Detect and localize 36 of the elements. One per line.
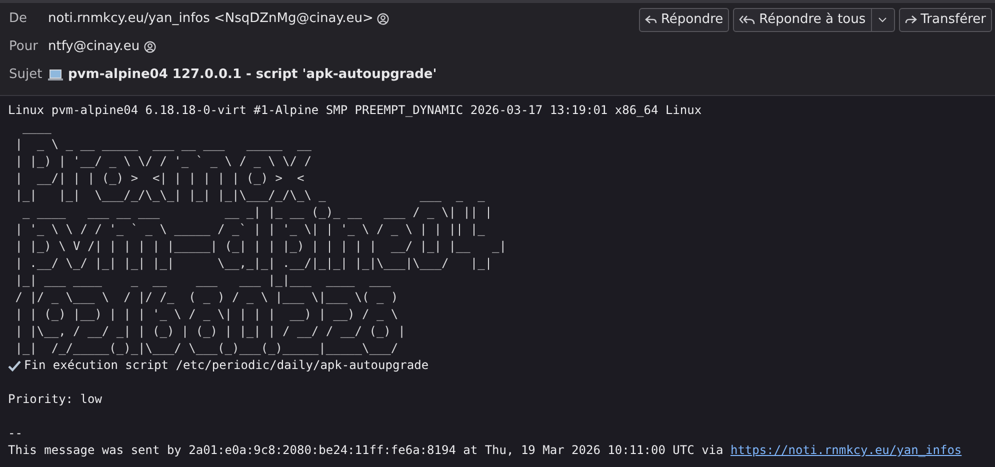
priority-text: Priority: low xyxy=(8,391,102,408)
laptop-icon xyxy=(48,69,63,81)
field-value: ntfy@cinay.eu xyxy=(48,38,140,56)
ascii-art-line: _ ____ ___ __ ___ __ _| |_ __ (_)_ __ ___ / _ \| || | xyxy=(21,204,492,221)
field-label: Pour xyxy=(9,38,39,56)
system-info-line: Linux pvm-alpine04 6.18.18-0-virt #1-Alpine SMP PREEMPT_DYNAMIC 2026-03-17 13:19:01 x86_64 Linux xyxy=(8,102,702,119)
contact-icon[interactable] xyxy=(144,41,156,53)
reply-button[interactable]: Répondre xyxy=(638,8,730,32)
ascii-art-line: | |\__, / __/ _| | (_) | (_) | |_| | / __/ / __/ (_) | xyxy=(14,323,406,340)
signature-separator: -- xyxy=(8,425,22,442)
ascii-art-line: | |_) \ V /| | | | | |_____| (_| | | |_) | | | | | __/ |_| |__ _| xyxy=(14,238,506,255)
ascii-art-line: ____ xyxy=(21,119,52,136)
ascii-art-line: | __/| | | (_) > <| | | | | | (_) > < xyxy=(14,170,304,187)
reply-icon xyxy=(644,15,657,25)
ascii-art-line: | _ \ _ __ _____ ___ __ ___ _____ __ xyxy=(14,136,312,153)
ascii-art-line: | | (_) |__) | | | '_ \ / _ \| | | | __) | __) / _ \ xyxy=(14,306,398,323)
ascii-art-line: / |/ _ \___ \ / |/ /_ ( _ ) / _ \ |___ \|___ \( _ ) xyxy=(14,289,398,306)
ascii-art-line: | .__/ \_/ |_| |_| |_| \__,_|_| .__/|_|_| |_|\___|\___/ |_| xyxy=(14,255,492,272)
reply-all-button[interactable]: Répondre à tous xyxy=(733,8,872,32)
contact-icon[interactable] xyxy=(377,13,390,25)
forward-button[interactable]: Transférer xyxy=(898,8,992,32)
ascii-art-line: | |_) | '__/ _ \ \/ / '_ ` _ \ / _ \ \/ / xyxy=(14,153,312,170)
reply-all-icon xyxy=(739,14,756,26)
ascii-art-line: |_| /_/_____(_)_|\___/ \___(_)___(_)_____|_____\___/ xyxy=(14,340,398,357)
ascii-art-line: |_| ___ ____ _ __ ___ ___ |_|___ ____ ___ xyxy=(14,272,391,289)
ascii-art-line: | '_ \ \ / / '_ ` _ \ _____ / _` | | '_ \| | '_ \ / _ \ | | || |_ xyxy=(14,221,485,238)
field-value: noti.rnmkcy.eu/yan_infos <NsqDZnMg@cinay.eu> xyxy=(48,10,374,28)
status-text: Fin exécution script /etc/periodic/daily/apk-autoupgrade xyxy=(24,357,429,374)
footer-link[interactable]: https://noti.rnmkcy.eu/yan_infos xyxy=(730,443,962,457)
chevron-icon xyxy=(878,17,888,23)
subject-text: pvm-alpine04 127.0.0.1 - script 'apk-autoupgrade' xyxy=(68,66,437,84)
field-label: De xyxy=(9,10,28,28)
footer-text: This message was sent by 2a01:e0a:9c8:2080:be24:11ff:fe6a:8194 at Thu, 19 Mar 2026 10:11:00 UTC via https://noti.rnmkcy.eu/yan_infos xyxy=(8,442,962,459)
forward-icon xyxy=(904,15,917,25)
field-label: Sujet xyxy=(9,66,44,84)
ascii-art-line: |_| |_| \___/_/\_\_| |_| |_|\___/_/\_\ _ ___ _ _ xyxy=(14,187,485,204)
